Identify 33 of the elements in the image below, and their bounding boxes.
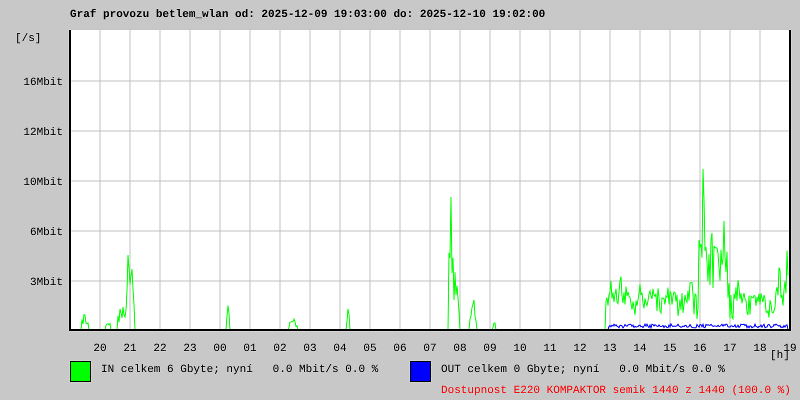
x-tick-label: 17 xyxy=(723,343,737,355)
x-tick-label: 00 xyxy=(213,343,227,355)
legend-label: OUT celkem 0 Gbyte; nyní 0.0 Mbit/s 0.0 % xyxy=(441,364,726,377)
y-tick-label: 12Mbit xyxy=(23,127,63,139)
y-tick-label: 3Mbit xyxy=(30,277,63,289)
x-tick-label: 09 xyxy=(483,343,497,355)
x-tick-label: 07 xyxy=(423,343,437,355)
x-tick-label: 23 xyxy=(183,343,197,355)
x-tick-label: 03 xyxy=(303,343,317,355)
x-tick-label: 20 xyxy=(93,343,107,355)
x-tick-label: 18 xyxy=(753,343,767,355)
y-tick-label: 16Mbit xyxy=(23,77,63,89)
x-tick-label: 05 xyxy=(363,343,377,355)
x-tick-label: 22 xyxy=(153,343,167,355)
y-axis-unit: [/s] xyxy=(15,33,42,45)
x-tick-label: 04 xyxy=(333,343,347,355)
x-tick-label: 13 xyxy=(603,343,617,355)
legend-label: IN celkem 6 Gbyte; nyní 0.0 Mbit/s 0.0 % xyxy=(101,364,378,377)
x-tick-label: 02 xyxy=(273,343,287,355)
x-tick-label: 21 xyxy=(123,343,137,355)
x-tick-label: 11 xyxy=(543,343,557,355)
chart-title: Graf provozu betlem_wlan od: 2025-12-09 19:03:00 do: 2025-12-10 19:02:00 xyxy=(70,9,546,21)
x-tick-label: 14 xyxy=(633,343,647,355)
x-tick-label: 16 xyxy=(693,343,707,355)
x-tick-label: 08 xyxy=(453,343,467,355)
x-tick-label: 10 xyxy=(513,343,527,355)
y-tick-label: 6Mbit xyxy=(30,227,63,239)
x-tick-label: 15 xyxy=(663,343,677,355)
availability-text: Dostupnost E220 KOMPAKTOR semik 1440 z 1440 (100.0 %) xyxy=(441,385,791,398)
x-tick-label: 06 xyxy=(393,343,407,355)
x-tick-label: 12 xyxy=(573,343,587,355)
y-tick-label: 10Mbit xyxy=(23,177,63,189)
x-tick-label: 01 xyxy=(243,343,257,355)
